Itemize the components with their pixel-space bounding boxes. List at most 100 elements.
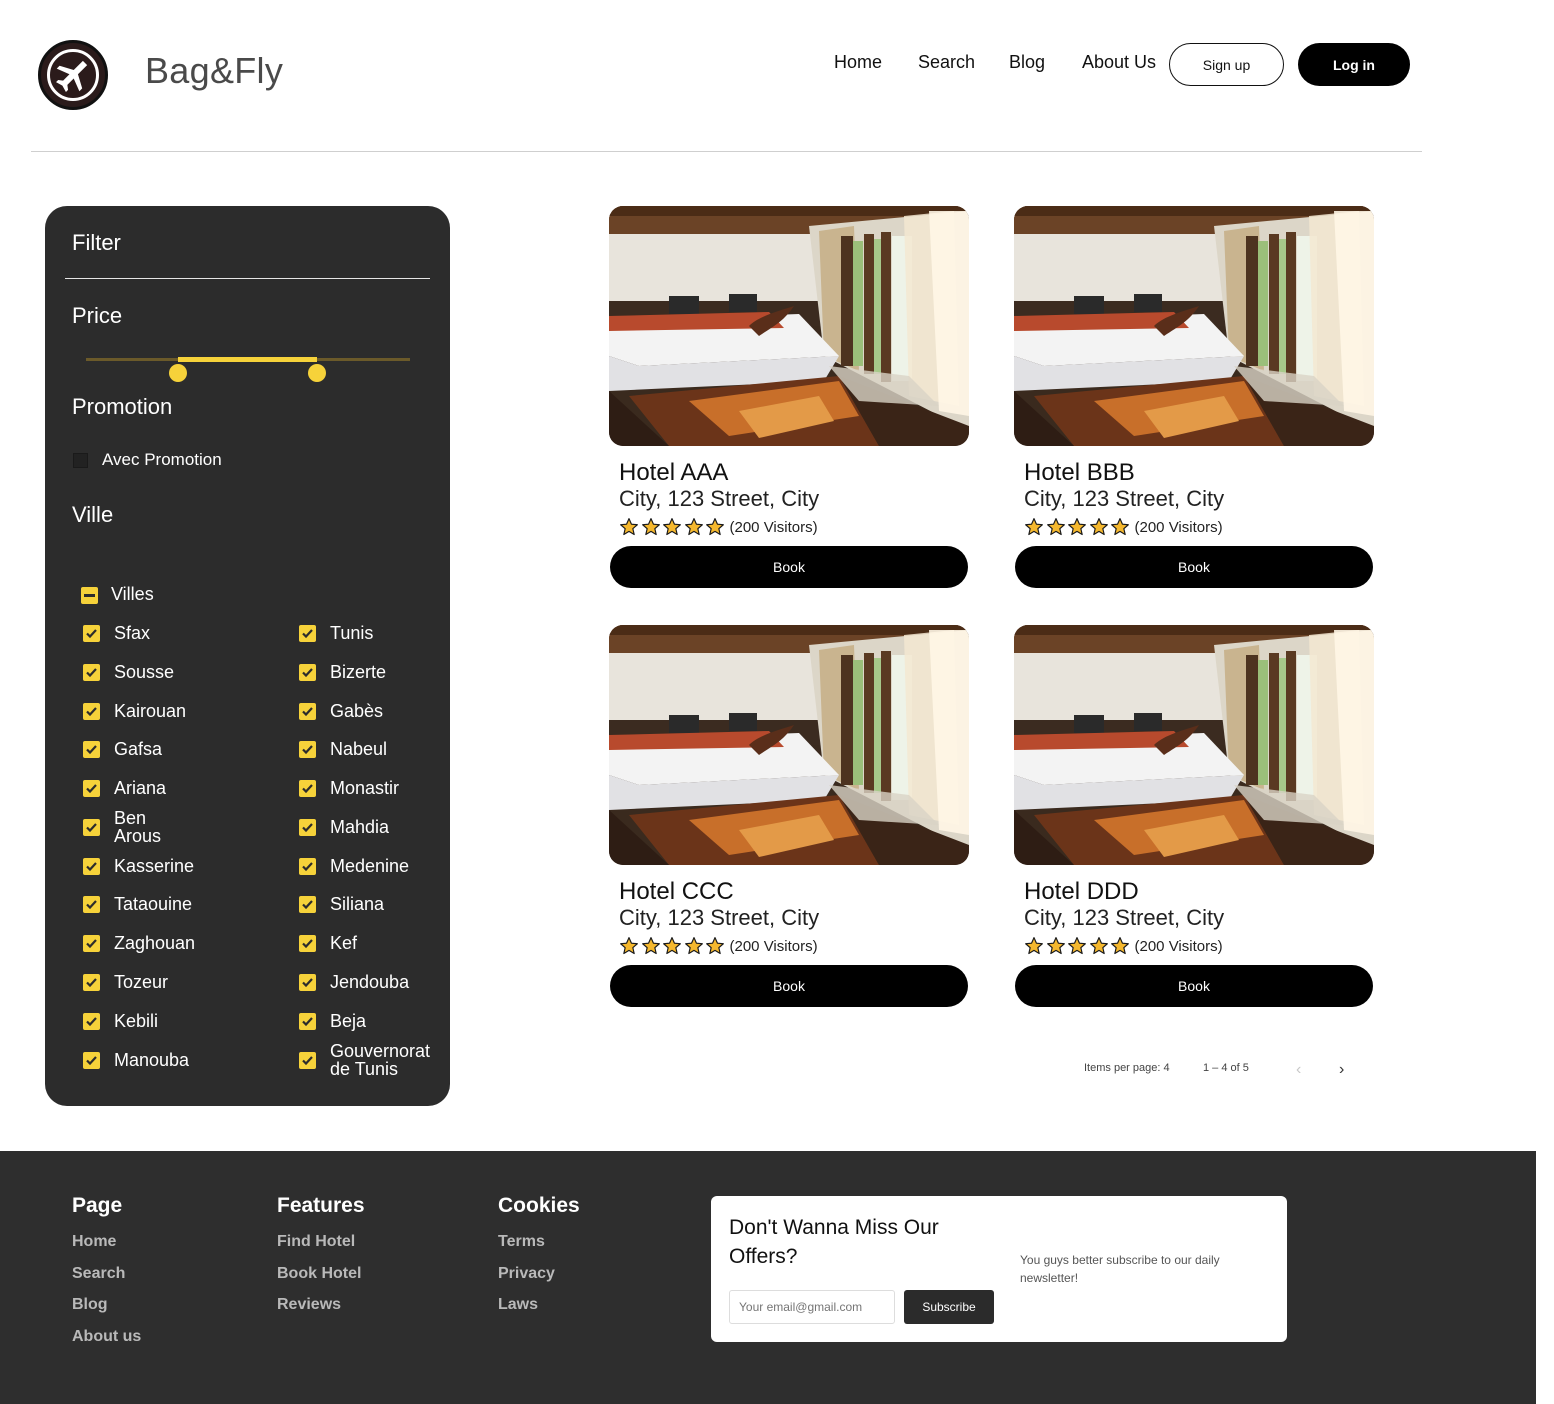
villes-parent-label[interactable]: Villes: [111, 584, 154, 605]
footer-link-privacy[interactable]: Privacy: [498, 1265, 555, 1283]
city-checkbox[interactable]: [299, 664, 316, 681]
nav-search[interactable]: Search: [918, 52, 975, 73]
chevron-left-icon[interactable]: ‹: [1296, 1061, 1301, 1079]
newsletter-email-input[interactable]: [729, 1290, 895, 1324]
city-checkbox[interactable]: [83, 974, 100, 991]
book-button[interactable]: Book: [610, 965, 968, 1007]
city-checkbox[interactable]: [299, 703, 316, 720]
city-label[interactable]: Tunis: [330, 624, 440, 642]
city-checkbox[interactable]: [299, 896, 316, 913]
city-label[interactable]: Kairouan: [114, 702, 234, 720]
ville-label: Ville: [72, 502, 114, 527]
hotel-name[interactable]: Hotel BBB: [1024, 459, 1135, 487]
logo[interactable]: [38, 40, 108, 110]
city-checkbox[interactable]: [299, 819, 316, 836]
city-checkbox[interactable]: [299, 935, 316, 952]
hotel-photo[interactable]: [609, 206, 969, 446]
subscribe-button[interactable]: Subscribe: [904, 1290, 994, 1324]
footer-link-reviews[interactable]: Reviews: [277, 1296, 341, 1314]
footer-link-blog[interactable]: Blog: [72, 1296, 108, 1314]
star-icon: [662, 517, 682, 537]
city-label[interactable]: Jendouba: [330, 973, 440, 991]
star-icon: [684, 517, 704, 537]
hotel-name[interactable]: Hotel DDD: [1024, 878, 1139, 906]
items-per-page[interactable]: Items per page: 4: [1084, 1062, 1170, 1074]
city-label[interactable]: Kef: [330, 934, 440, 952]
city-label[interactable]: Nabeul: [330, 740, 440, 758]
nav-home[interactable]: Home: [834, 52, 882, 73]
hotel-name[interactable]: Hotel AAA: [619, 459, 728, 487]
promotion-option-label[interactable]: Avec Promotion: [102, 450, 222, 470]
footer-link-terms[interactable]: Terms: [498, 1233, 545, 1251]
city-checkbox[interactable]: [299, 741, 316, 758]
city-label[interactable]: Ben Arous: [114, 809, 174, 845]
city-label[interactable]: Gabès: [330, 702, 440, 720]
city-checkbox[interactable]: [83, 1013, 100, 1030]
footer-link-find-hotel[interactable]: Find Hotel: [277, 1233, 355, 1251]
city-label[interactable]: Tataouine: [114, 895, 234, 913]
book-button[interactable]: Book: [610, 546, 968, 588]
promotion-checkbox[interactable]: [73, 453, 88, 468]
star-icon: [1024, 936, 1044, 956]
city-checkbox[interactable]: [83, 896, 100, 913]
city-label[interactable]: Sousse: [114, 663, 234, 681]
city-checkbox[interactable]: [299, 1013, 316, 1030]
city-label[interactable]: Siliana: [330, 895, 440, 913]
hotel-address: City, 123 Street, City: [1024, 486, 1225, 511]
login-button[interactable]: Log in: [1298, 43, 1410, 86]
price-label: Price: [72, 303, 123, 328]
city-label[interactable]: Monastir: [330, 779, 440, 797]
star-icon: [619, 517, 639, 537]
signup-button[interactable]: Sign up: [1169, 43, 1284, 86]
city-label[interactable]: Medenine: [330, 857, 440, 875]
header-divider: [31, 151, 1422, 152]
footer-link-home[interactable]: Home: [72, 1233, 116, 1251]
city-label[interactable]: Tozeur: [114, 973, 234, 991]
city-label[interactable]: Kasserine: [114, 857, 234, 875]
city-label[interactable]: Manouba: [114, 1051, 234, 1069]
city-label[interactable]: Zaghouan: [114, 934, 234, 952]
city-checkbox[interactable]: [83, 858, 100, 875]
brand-name: Bag&Fly: [145, 50, 284, 91]
city-checkbox[interactable]: [299, 780, 316, 797]
city-checkbox[interactable]: [299, 974, 316, 991]
city-label[interactable]: Gouvernorat de Tunis: [330, 1042, 440, 1078]
villes-parent-checkbox[interactable]: [81, 587, 98, 604]
book-button[interactable]: Book: [1015, 965, 1373, 1007]
nav-about-us[interactable]: About Us: [1082, 52, 1156, 73]
city-checkbox[interactable]: [299, 625, 316, 642]
hotel-photo[interactable]: [1014, 625, 1374, 865]
city-checkbox[interactable]: [83, 664, 100, 681]
city-checkbox[interactable]: [299, 858, 316, 875]
price-slider-min-handle[interactable]: [169, 364, 187, 382]
nav-blog[interactable]: Blog: [1009, 52, 1045, 73]
city-checkbox[interactable]: [83, 819, 100, 836]
city-checkbox[interactable]: [83, 741, 100, 758]
city-checkbox[interactable]: [83, 703, 100, 720]
footer-link-about[interactable]: About us: [72, 1328, 141, 1346]
footer-link-book-hotel[interactable]: Book Hotel: [277, 1265, 361, 1283]
city-label[interactable]: Ariana: [114, 779, 234, 797]
city-label[interactable]: Kebili: [114, 1012, 234, 1030]
hotel-rating: (200 Visitors): [619, 936, 818, 956]
price-slider-max-handle[interactable]: [308, 364, 326, 382]
city-label[interactable]: Gafsa: [114, 740, 234, 758]
city-checkbox[interactable]: [83, 780, 100, 797]
city-label[interactable]: Beja: [330, 1012, 440, 1030]
hotel-photo[interactable]: [1014, 206, 1374, 446]
hotel-name[interactable]: Hotel CCC: [619, 878, 734, 906]
footer-link-laws[interactable]: Laws: [498, 1296, 538, 1314]
city-label[interactable]: Mahdia: [330, 818, 440, 836]
footer: Page Home Search Blog About us Features …: [0, 1151, 1536, 1404]
chevron-right-icon[interactable]: ›: [1339, 1061, 1344, 1079]
city-checkbox[interactable]: [83, 1052, 100, 1069]
city-label[interactable]: Sfax: [114, 624, 234, 642]
hotel-photo[interactable]: [609, 625, 969, 865]
footer-link-search[interactable]: Search: [72, 1265, 125, 1283]
city-checkbox[interactable]: [83, 625, 100, 642]
price-slider-range: [178, 357, 317, 362]
city-checkbox[interactable]: [83, 935, 100, 952]
book-button[interactable]: Book: [1015, 546, 1373, 588]
city-checkbox[interactable]: [299, 1052, 316, 1069]
city-label[interactable]: Bizerte: [330, 663, 440, 681]
